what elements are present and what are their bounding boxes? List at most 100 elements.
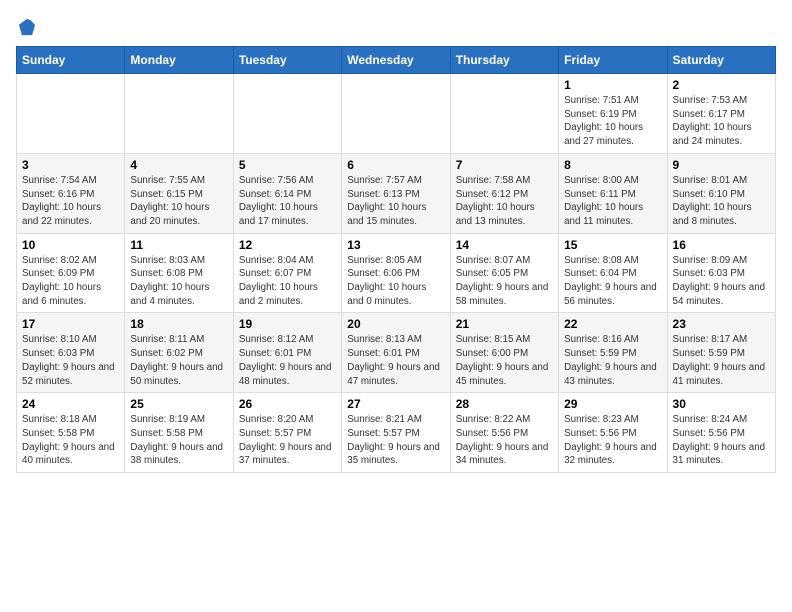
day-info: Sunrise: 8:17 AMSunset: 5:59 PMDaylight:… [673, 333, 770, 388]
day-info: Sunrise: 8:10 AMSunset: 6:03 PMDaylight:… [22, 333, 119, 388]
weekday-header-saturday: Saturday [667, 47, 775, 74]
day-number: 22 [564, 317, 661, 331]
calendar-week-4: 17 Sunrise: 8:10 AMSunset: 6:03 PMDayligh… [17, 313, 776, 393]
calendar-cell: 7 Sunrise: 7:58 AMSunset: 6:12 PMDaylight… [450, 153, 558, 233]
day-info: Sunrise: 8:12 AMSunset: 6:01 PMDaylight:… [239, 333, 336, 388]
day-number: 26 [239, 397, 336, 411]
calendar-cell: 21 Sunrise: 8:15 AMSunset: 6:00 PMDayligh… [450, 313, 558, 393]
calendar-table: SundayMondayTuesdayWednesdayThursdayFrid… [16, 46, 776, 473]
day-number: 27 [347, 397, 444, 411]
calendar-cell: 26Sunrise: 8:20 AMSunset: 5:57 PMDayligh… [233, 393, 341, 473]
day-number: 28 [456, 397, 553, 411]
day-info: Sunrise: 8:15 AMSunset: 6:00 PMDaylight:… [456, 333, 553, 388]
weekday-header-tuesday: Tuesday [233, 47, 341, 74]
day-number: 18 [130, 317, 227, 331]
day-number: 1 [564, 78, 661, 92]
day-info: Sunrise: 8:09 AMSunset: 6:03 PMDaylight:… [673, 254, 770, 309]
calendar-cell: 6 Sunrise: 7:57 AMSunset: 6:13 PMDaylight… [342, 153, 450, 233]
day-info: Sunrise: 8:05 AMSunset: 6:06 PMDaylight:… [347, 254, 444, 309]
day-number: 24 [22, 397, 119, 411]
day-number: 7 [456, 158, 553, 172]
page-header [16, 16, 776, 38]
day-number: 20 [347, 317, 444, 331]
day-info: Sunrise: 8:02 AMSunset: 6:09 PMDaylight:… [22, 254, 119, 309]
calendar-cell: 15 Sunrise: 8:08 AMSunset: 6:04 PMDayligh… [559, 233, 667, 313]
day-number: 16 [673, 238, 770, 252]
calendar-cell: 24Sunrise: 8:18 AMSunset: 5:58 PMDayligh… [17, 393, 125, 473]
day-number: 23 [673, 317, 770, 331]
day-number: 17 [22, 317, 119, 331]
calendar-cell [233, 74, 341, 154]
day-number: 14 [456, 238, 553, 252]
calendar-cell: 28 Sunrise: 8:22 AMSunset: 5:56 PMDayligh… [450, 393, 558, 473]
day-info: Sunrise: 7:55 AMSunset: 6:15 PMDaylight:… [130, 174, 227, 229]
logo-icon [16, 16, 38, 38]
calendar-week-1: 1 Sunrise: 7:51 AMSunset: 6:19 PMDaylight… [17, 74, 776, 154]
day-info: Sunrise: 7:56 AMSunset: 6:14 PMDaylight:… [239, 174, 336, 229]
weekday-header-wednesday: Wednesday [342, 47, 450, 74]
calendar-cell: 25 Sunrise: 8:19 AMSunset: 5:58 PMDayligh… [125, 393, 233, 473]
calendar-cell: 11 Sunrise: 8:03 AMSunset: 6:08 PMDayligh… [125, 233, 233, 313]
day-info: Sunrise: 8:07 AMSunset: 6:05 PMDaylight:… [456, 254, 553, 309]
day-info: Sunrise: 7:53 AMSunset: 6:17 PMDaylight:… [673, 94, 770, 149]
day-info: Sunrise: 8:13 AMSunset: 6:01 PMDaylight:… [347, 333, 444, 388]
day-info: Sunrise: 8:24 AMSunset: 5:56 PMDaylight:… [673, 413, 770, 468]
calendar-cell: 5 Sunrise: 7:56 AMSunset: 6:14 PMDaylight… [233, 153, 341, 233]
calendar-cell: 18Sunrise: 8:11 AMSunset: 6:02 PMDayligh… [125, 313, 233, 393]
day-number: 21 [456, 317, 553, 331]
weekday-header-thursday: Thursday [450, 47, 558, 74]
weekday-header-sunday: Sunday [17, 47, 125, 74]
weekday-header-row: SundayMondayTuesdayWednesdayThursdayFrid… [17, 47, 776, 74]
calendar-week-3: 10 Sunrise: 8:02 AMSunset: 6:09 PMDayligh… [17, 233, 776, 313]
day-number: 29 [564, 397, 661, 411]
calendar-cell: 20 Sunrise: 8:13 AMSunset: 6:01 PMDayligh… [342, 313, 450, 393]
day-info: Sunrise: 8:23 AMSunset: 5:56 PMDaylight:… [564, 413, 661, 468]
day-info: Sunrise: 8:00 AMSunset: 6:11 PMDaylight:… [564, 174, 661, 229]
calendar-cell: 29 Sunrise: 8:23 AMSunset: 5:56 PMDayligh… [559, 393, 667, 473]
day-number: 2 [673, 78, 770, 92]
calendar-cell: 22 Sunrise: 8:16 AMSunset: 5:59 PMDayligh… [559, 313, 667, 393]
day-number: 19 [239, 317, 336, 331]
calendar-cell [342, 74, 450, 154]
day-number: 4 [130, 158, 227, 172]
calendar-cell: 2 Sunrise: 7:53 AMSunset: 6:17 PMDaylight… [667, 74, 775, 154]
day-info: Sunrise: 8:03 AMSunset: 6:08 PMDaylight:… [130, 254, 227, 309]
day-number: 6 [347, 158, 444, 172]
day-info: Sunrise: 8:08 AMSunset: 6:04 PMDaylight:… [564, 254, 661, 309]
day-info: Sunrise: 8:04 AMSunset: 6:07 PMDaylight:… [239, 254, 336, 309]
calendar-cell: 10 Sunrise: 8:02 AMSunset: 6:09 PMDayligh… [17, 233, 125, 313]
day-number: 15 [564, 238, 661, 252]
day-number: 30 [673, 397, 770, 411]
day-info: Sunrise: 8:16 AMSunset: 5:59 PMDaylight:… [564, 333, 661, 388]
day-info: Sunrise: 7:51 AMSunset: 6:19 PMDaylight:… [564, 94, 661, 149]
calendar-cell: 14 Sunrise: 8:07 AMSunset: 6:05 PMDayligh… [450, 233, 558, 313]
day-number: 10 [22, 238, 119, 252]
day-info: Sunrise: 7:58 AMSunset: 6:12 PMDaylight:… [456, 174, 553, 229]
calendar-cell: 17 Sunrise: 8:10 AMSunset: 6:03 PMDayligh… [17, 313, 125, 393]
logo [16, 16, 42, 38]
weekday-header-friday: Friday [559, 47, 667, 74]
calendar-cell [450, 74, 558, 154]
day-number: 9 [673, 158, 770, 172]
calendar-cell [125, 74, 233, 154]
calendar-cell: 13Sunrise: 8:05 AMSunset: 6:06 PMDayligh… [342, 233, 450, 313]
day-number: 3 [22, 158, 119, 172]
calendar-week-2: 3Sunrise: 7:54 AMSunset: 6:16 PMDaylight… [17, 153, 776, 233]
calendar-cell: 27 Sunrise: 8:21 AMSunset: 5:57 PMDayligh… [342, 393, 450, 473]
calendar-cell [17, 74, 125, 154]
calendar-cell: 4 Sunrise: 7:55 AMSunset: 6:15 PMDaylight… [125, 153, 233, 233]
calendar-cell: 9 Sunrise: 8:01 AMSunset: 6:10 PMDaylight… [667, 153, 775, 233]
day-info: Sunrise: 8:21 AMSunset: 5:57 PMDaylight:… [347, 413, 444, 468]
weekday-header-monday: Monday [125, 47, 233, 74]
day-info: Sunrise: 8:01 AMSunset: 6:10 PMDaylight:… [673, 174, 770, 229]
calendar-cell: 30 Sunrise: 8:24 AMSunset: 5:56 PMDayligh… [667, 393, 775, 473]
day-number: 11 [130, 238, 227, 252]
day-number: 25 [130, 397, 227, 411]
day-number: 5 [239, 158, 336, 172]
day-info: Sunrise: 8:19 AMSunset: 5:58 PMDaylight:… [130, 413, 227, 468]
calendar-cell: 23 Sunrise: 8:17 AMSunset: 5:59 PMDayligh… [667, 313, 775, 393]
day-info: Sunrise: 7:57 AMSunset: 6:13 PMDaylight:… [347, 174, 444, 229]
calendar-cell: 16 Sunrise: 8:09 AMSunset: 6:03 PMDayligh… [667, 233, 775, 313]
day-info: Sunrise: 8:22 AMSunset: 5:56 PMDaylight:… [456, 413, 553, 468]
calendar-cell: 12Sunrise: 8:04 AMSunset: 6:07 PMDayligh… [233, 233, 341, 313]
